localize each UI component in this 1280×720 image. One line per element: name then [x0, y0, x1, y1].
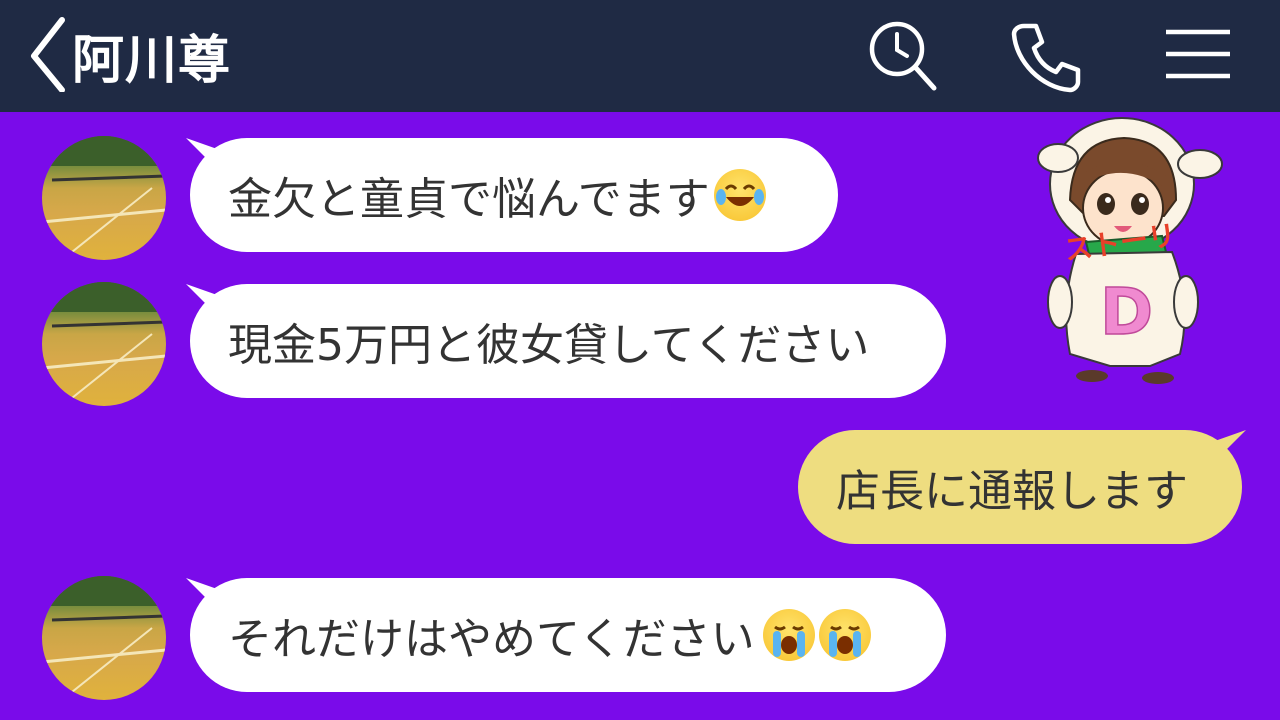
- message-text: 金欠と童貞で悩んでます: [228, 174, 710, 225]
- sheep-costume-girl-sticker: ストーリ D: [1030, 104, 1230, 394]
- crying-emoji: [818, 609, 871, 661]
- avatar[interactable]: [42, 136, 166, 260]
- avatar[interactable]: [42, 576, 166, 700]
- chat-header: 阿川尊: [0, 0, 1280, 112]
- phone-icon[interactable]: [1008, 18, 1084, 94]
- message-text: 現金5万円と彼女貸してください: [228, 320, 870, 371]
- message-text: 店長に通報します: [836, 466, 1188, 517]
- chevron-left-icon[interactable]: [26, 14, 70, 92]
- message-bubble[interactable]: 金欠と童貞で悩んでます: [190, 138, 838, 252]
- laughing-tears-emoji: [713, 169, 766, 221]
- search-clock-icon[interactable]: [864, 18, 940, 94]
- chat-title: 阿川尊: [72, 31, 232, 91]
- message-bubble[interactable]: 現金5万円と彼女貸してください: [190, 284, 946, 398]
- crying-emoji: [762, 609, 815, 661]
- sticker-text-bottom: D: [1100, 276, 1153, 350]
- message-bubble[interactable]: 店長に通報します: [798, 430, 1242, 544]
- avatar[interactable]: [42, 282, 166, 406]
- message-text: それだけはやめてください: [228, 614, 755, 665]
- message-bubble[interactable]: それだけはやめてください: [190, 578, 946, 692]
- menu-icon[interactable]: [1160, 18, 1236, 94]
